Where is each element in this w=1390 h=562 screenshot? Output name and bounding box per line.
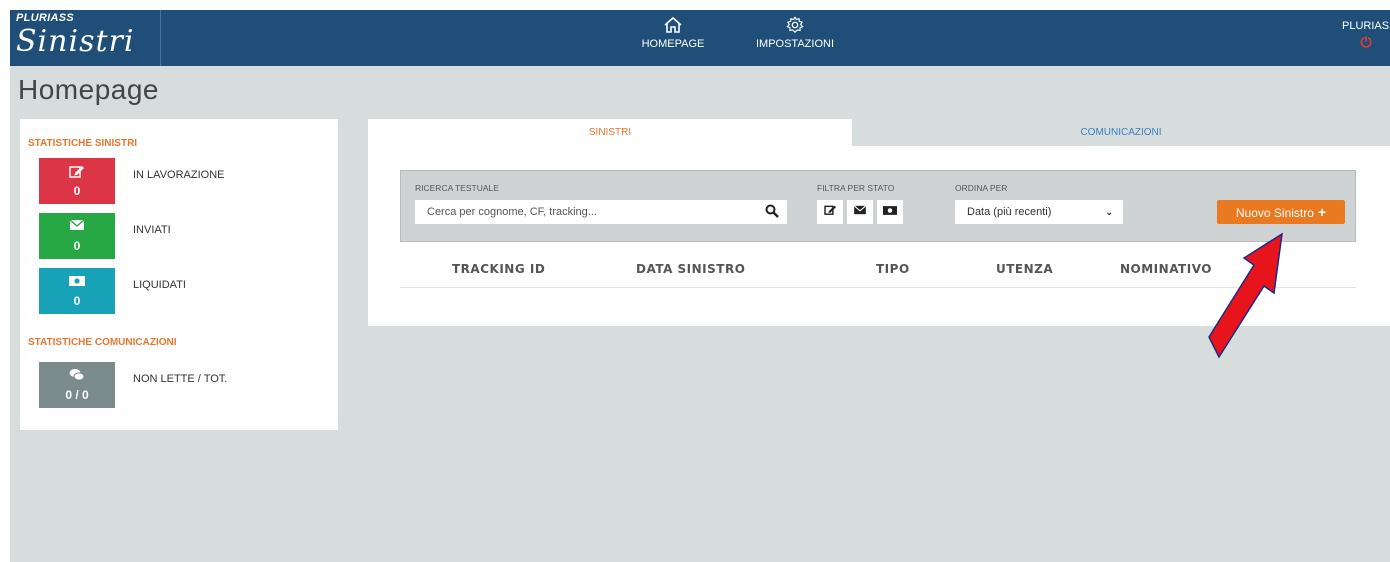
order-select[interactable]: Data (più recenti) ⌄ — [955, 200, 1123, 224]
edit-icon — [39, 164, 115, 180]
filter-inviati-button[interactable] — [847, 200, 873, 224]
stat-label: INVIATI — [133, 224, 171, 236]
app-frame: PLURIASS Sinistri HOMEPAGE IMPOSTAZIONI … — [10, 10, 1390, 562]
table-header-divider — [400, 287, 1356, 288]
stat-label: IN LAVORAZIONE — [133, 169, 225, 181]
nav-impostazioni-label: IMPOSTAZIONI — [755, 38, 835, 50]
plus-icon: + — [1317, 204, 1327, 220]
search-input[interactable] — [415, 200, 755, 224]
column-header-tipo[interactable]: TIPO — [876, 262, 910, 276]
filter-in-lavorazione-button[interactable] — [817, 200, 843, 224]
column-header-tracking[interactable]: TRACKING ID — [452, 262, 545, 276]
page-title: Homepage — [18, 74, 159, 105]
nav-homepage-label: HOMEPAGE — [641, 38, 705, 50]
column-header-data[interactable]: DATA SINISTRO — [636, 262, 745, 276]
comments-icon — [39, 368, 115, 384]
envelope-icon — [853, 205, 867, 215]
tab-comunicazioni[interactable]: COMUNICAZIONI — [852, 119, 1390, 147]
home-icon — [664, 16, 682, 33]
brand-company: PLURIASS — [16, 12, 75, 24]
brand-app-name: Sinistri — [16, 24, 135, 59]
search-icon[interactable] — [765, 204, 781, 220]
top-navbar: PLURIASS Sinistri HOMEPAGE IMPOSTAZIONI … — [10, 10, 1390, 66]
column-header-utenza[interactable]: UTENZA — [996, 262, 1053, 276]
stat-count: 0 — [73, 184, 81, 198]
column-header-nominativo[interactable]: NOMINATIVO — [1120, 262, 1212, 276]
sinistri-card: RICERCA TESTUALE FILTRA PER STATO ORDINA… — [368, 146, 1390, 326]
edit-icon — [823, 205, 836, 215]
nav-homepage[interactable]: HOMEPAGE — [638, 16, 708, 50]
stat-liquidati[interactable]: 0 LIQUIDATI — [39, 268, 339, 314]
stat-inviati[interactable]: 0 INVIATI — [39, 213, 339, 259]
stat-box[interactable]: 0 — [39, 213, 115, 259]
stat-label: NON LETTE / TOT. — [133, 373, 228, 385]
power-icon[interactable]: ⏻ — [1342, 34, 1390, 51]
status-filter-label: FILTRA PER STATO — [817, 183, 895, 193]
stat-count: 0 — [73, 294, 81, 308]
filter-bar: RICERCA TESTUALE FILTRA PER STATO ORDINA… — [400, 170, 1356, 242]
envelope-icon — [39, 219, 115, 235]
search-field[interactable] — [415, 200, 787, 224]
stat-in-lavorazione[interactable]: 0 IN LAVORAZIONE — [39, 158, 339, 204]
user-name: PLURIASS — [1342, 20, 1390, 32]
new-sinistro-label: Nuovo Sinistro — [1235, 206, 1314, 220]
nav-impostazioni[interactable]: IMPOSTAZIONI — [750, 16, 840, 50]
stats-panel: STATISTICHE SINISTRI 0 IN LAVORAZIONE 0 … — [20, 119, 338, 430]
stat-count: 0 — [73, 239, 81, 253]
search-label: RICERCA TESTUALE — [415, 183, 499, 193]
money-icon — [883, 206, 897, 215]
stats-sinistri-heading: STATISTICHE SINISTRI — [28, 138, 138, 149]
stat-box[interactable]: 0 — [39, 268, 115, 314]
money-icon — [39, 274, 115, 290]
user-menu[interactable]: PLURIASS ⏻ — [1342, 20, 1390, 51]
stat-count: 0 / 0 — [65, 388, 89, 402]
gear-icon — [786, 16, 804, 34]
new-sinistro-button[interactable]: Nuovo Sinistro + — [1217, 200, 1345, 224]
order-value: Data (più recenti) — [967, 206, 1052, 218]
stat-comunicazioni[interactable]: 0 / 0 NON LETTE / TOT. — [39, 362, 339, 408]
order-label: ORDINA PER — [955, 183, 1008, 193]
brand-logo[interactable]: PLURIASS Sinistri — [10, 10, 161, 66]
stats-comunicazioni-heading: STATISTICHE COMUNICAZIONI — [28, 337, 177, 348]
chevron-down-icon: ⌄ — [1105, 207, 1113, 217]
stat-box[interactable]: 0 — [39, 158, 115, 204]
filter-liquidati-button[interactable] — [877, 200, 903, 224]
stat-label: LIQUIDATI — [133, 279, 186, 291]
stat-box[interactable]: 0 / 0 — [39, 362, 115, 408]
tab-sinistri[interactable]: SINISTRI — [368, 119, 852, 147]
